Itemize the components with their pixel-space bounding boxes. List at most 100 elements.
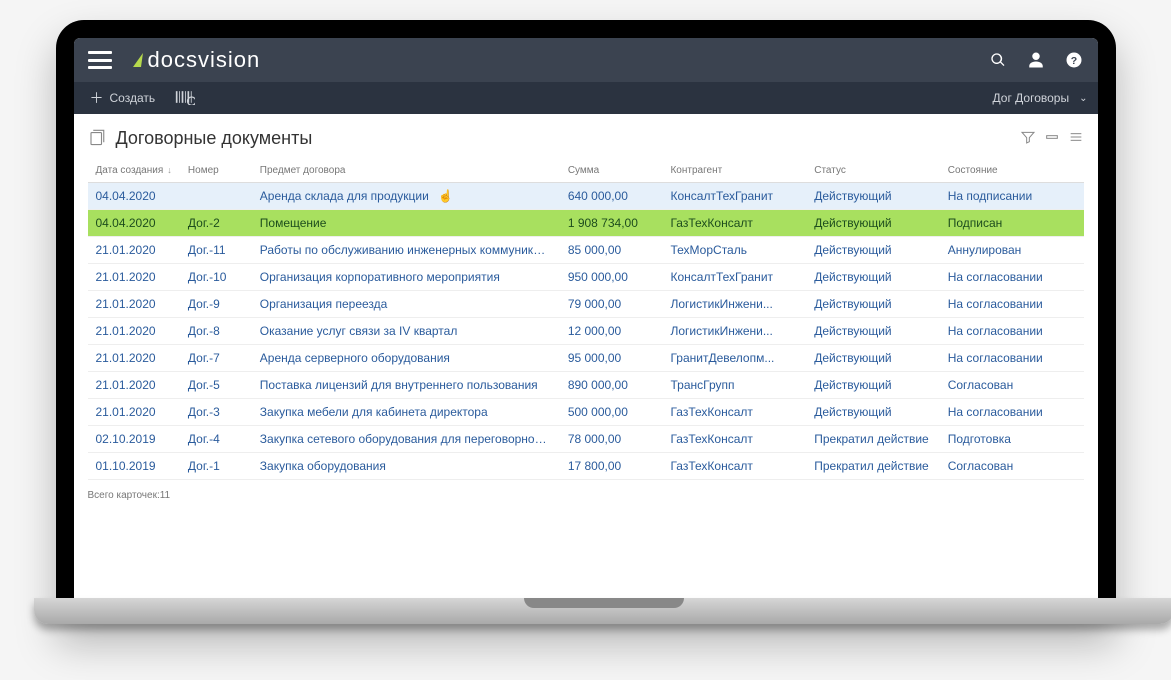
table-row[interactable]: 02.10.2019Дог.-4Закупка сетевого оборудо… [88, 426, 1084, 453]
cell-state: Подписан [940, 210, 1084, 237]
cell-status: Действующий [806, 210, 939, 237]
help-icon[interactable]: ? [1064, 50, 1084, 70]
document-stack-icon [88, 128, 106, 149]
col-header-number[interactable]: Номер [180, 159, 252, 183]
cell-date: 21.01.2020 [88, 318, 180, 345]
table-row[interactable]: 04.04.2020Дог.-2Помещение1 908 734,00Газ… [88, 210, 1084, 237]
collapse-icon[interactable] [1044, 129, 1060, 148]
cell-party: ГазТехКонсалт [662, 210, 806, 237]
cell-subject: Аренда серверного оборудования [252, 345, 560, 372]
documents-table: Дата создания↓ Номер Предмет договора Су… [88, 159, 1084, 480]
table-row[interactable]: 01.10.2019Дог.-1Закупка оборудования17 8… [88, 453, 1084, 480]
cell-state: На согласовании [940, 399, 1084, 426]
secondary-bar: ＋ Создать Дог Договоры ⌄ [74, 82, 1098, 114]
table-row[interactable]: 21.01.2020Дог.-9Организация переезда79 0… [88, 291, 1084, 318]
list-options-icon[interactable] [1068, 129, 1084, 148]
cell-status: Действующий [806, 183, 939, 210]
search-icon[interactable] [988, 50, 1008, 70]
create-button[interactable]: ＋ Создать [84, 87, 162, 109]
cell-subject: Закупка мебели для кабинета директора [252, 399, 560, 426]
cell-date: 21.01.2020 [88, 264, 180, 291]
cell-state: Подготовка [940, 426, 1084, 453]
cell-number: Дог.-3 [180, 399, 252, 426]
laptop-notch [524, 598, 684, 608]
cell-number: Дог.-7 [180, 345, 252, 372]
cell-subject: Организация переезда [252, 291, 560, 318]
cell-date: 04.04.2020 [88, 210, 180, 237]
cell-subject: Аренда склада для продукции ☝ [252, 183, 560, 210]
table-row[interactable]: 21.01.2020Дог.-10Организация корпоративн… [88, 264, 1084, 291]
brand-text: docsvision [148, 47, 261, 73]
table-row[interactable]: 21.01.2020Дог.-11Работы по обслуживанию … [88, 237, 1084, 264]
table-row[interactable]: 21.01.2020Дог.-8Оказание услуг связи за … [88, 318, 1084, 345]
cell-number: Дог.-1 [180, 453, 252, 480]
sort-desc-icon: ↓ [167, 165, 172, 175]
cell-party: ГазТехКонсалт [662, 426, 806, 453]
cell-status: Действующий [806, 372, 939, 399]
cell-number: Дог.-2 [180, 210, 252, 237]
cell-subject: Закупка оборудования [252, 453, 560, 480]
cell-state: На согласовании [940, 291, 1084, 318]
cell-status: Прекратил действие [806, 426, 939, 453]
barcode-icon[interactable] [175, 89, 195, 108]
col-header-date[interactable]: Дата создания↓ [88, 159, 180, 183]
cell-sum: 12 000,00 [560, 318, 663, 345]
cell-party: ГранитДевелопм... [662, 345, 806, 372]
cell-number: Дог.-4 [180, 426, 252, 453]
cell-status: Действующий [806, 399, 939, 426]
breadcrumb-label: Дог Договоры [993, 91, 1070, 105]
col-header-subject[interactable]: Предмет договора [252, 159, 560, 183]
cell-state: На согласовании [940, 264, 1084, 291]
cell-party: КонсалтТехГранит [662, 183, 806, 210]
cell-date: 04.04.2020 [88, 183, 180, 210]
cell-sum: 890 000,00 [560, 372, 663, 399]
create-label: Создать [110, 91, 156, 105]
cell-sum: 640 000,00 [560, 183, 663, 210]
breadcrumb-dropdown[interactable]: Дог Договоры ⌄ [993, 91, 1088, 105]
cell-sum: 950 000,00 [560, 264, 663, 291]
cell-state: На согласовании [940, 318, 1084, 345]
cell-sum: 95 000,00 [560, 345, 663, 372]
cell-number: Дог.-11 [180, 237, 252, 264]
brand: docsvision [134, 47, 261, 73]
cell-date: 21.01.2020 [88, 399, 180, 426]
filter-icon[interactable] [1020, 129, 1036, 148]
table-header-row: Дата создания↓ Номер Предмет договора Су… [88, 159, 1084, 183]
cell-party: КонсалтТехГранит [662, 264, 806, 291]
table-row[interactable]: 21.01.2020Дог.-7Аренда серверного оборуд… [88, 345, 1084, 372]
table-row[interactable]: 21.01.2020Дог.-3Закупка мебели для кабин… [88, 399, 1084, 426]
col-header-status[interactable]: Статус [806, 159, 939, 183]
user-icon[interactable] [1026, 50, 1046, 70]
cell-state: Аннулирован [940, 237, 1084, 264]
page-header: Договорные документы [88, 124, 1084, 159]
content-area: Договорные документы [74, 114, 1098, 598]
cell-status: Действующий [806, 291, 939, 318]
topbar: docsvision ? [74, 38, 1098, 82]
cell-status: Действующий [806, 237, 939, 264]
cell-party: ЛогистикИнжени... [662, 291, 806, 318]
cell-party: ГазТехКонсалт [662, 399, 806, 426]
cell-party: ЛогистикИнжени... [662, 318, 806, 345]
pointer-cursor-icon: ☝ [438, 189, 453, 203]
cell-party: ТехМорСталь [662, 237, 806, 264]
cell-date: 21.01.2020 [88, 372, 180, 399]
cell-party: ТрансГрупп [662, 372, 806, 399]
header-tools [1020, 129, 1084, 148]
cell-sum: 85 000,00 [560, 237, 663, 264]
cell-subject: Поставка лицензий для внутреннего пользо… [252, 372, 560, 399]
hamburger-menu-icon[interactable] [88, 51, 112, 69]
col-header-sum[interactable]: Сумма [560, 159, 663, 183]
cell-date: 21.01.2020 [88, 345, 180, 372]
table-row[interactable]: 04.04.2020 Аренда склада для продукции ☝6… [88, 183, 1084, 210]
chevron-down-icon: ⌄ [1079, 93, 1087, 104]
table-row[interactable]: 21.01.2020Дог.-5Поставка лицензий для вн… [88, 372, 1084, 399]
cell-sum: 1 908 734,00 [560, 210, 663, 237]
cell-status: Действующий [806, 318, 939, 345]
col-header-state[interactable]: Состояние [940, 159, 1084, 183]
col-header-counterparty[interactable]: Контрагент [662, 159, 806, 183]
cell-sum: 79 000,00 [560, 291, 663, 318]
cell-sum: 500 000,00 [560, 399, 663, 426]
cell-sum: 17 800,00 [560, 453, 663, 480]
cell-status: Прекратил действие [806, 453, 939, 480]
cell-sum: 78 000,00 [560, 426, 663, 453]
